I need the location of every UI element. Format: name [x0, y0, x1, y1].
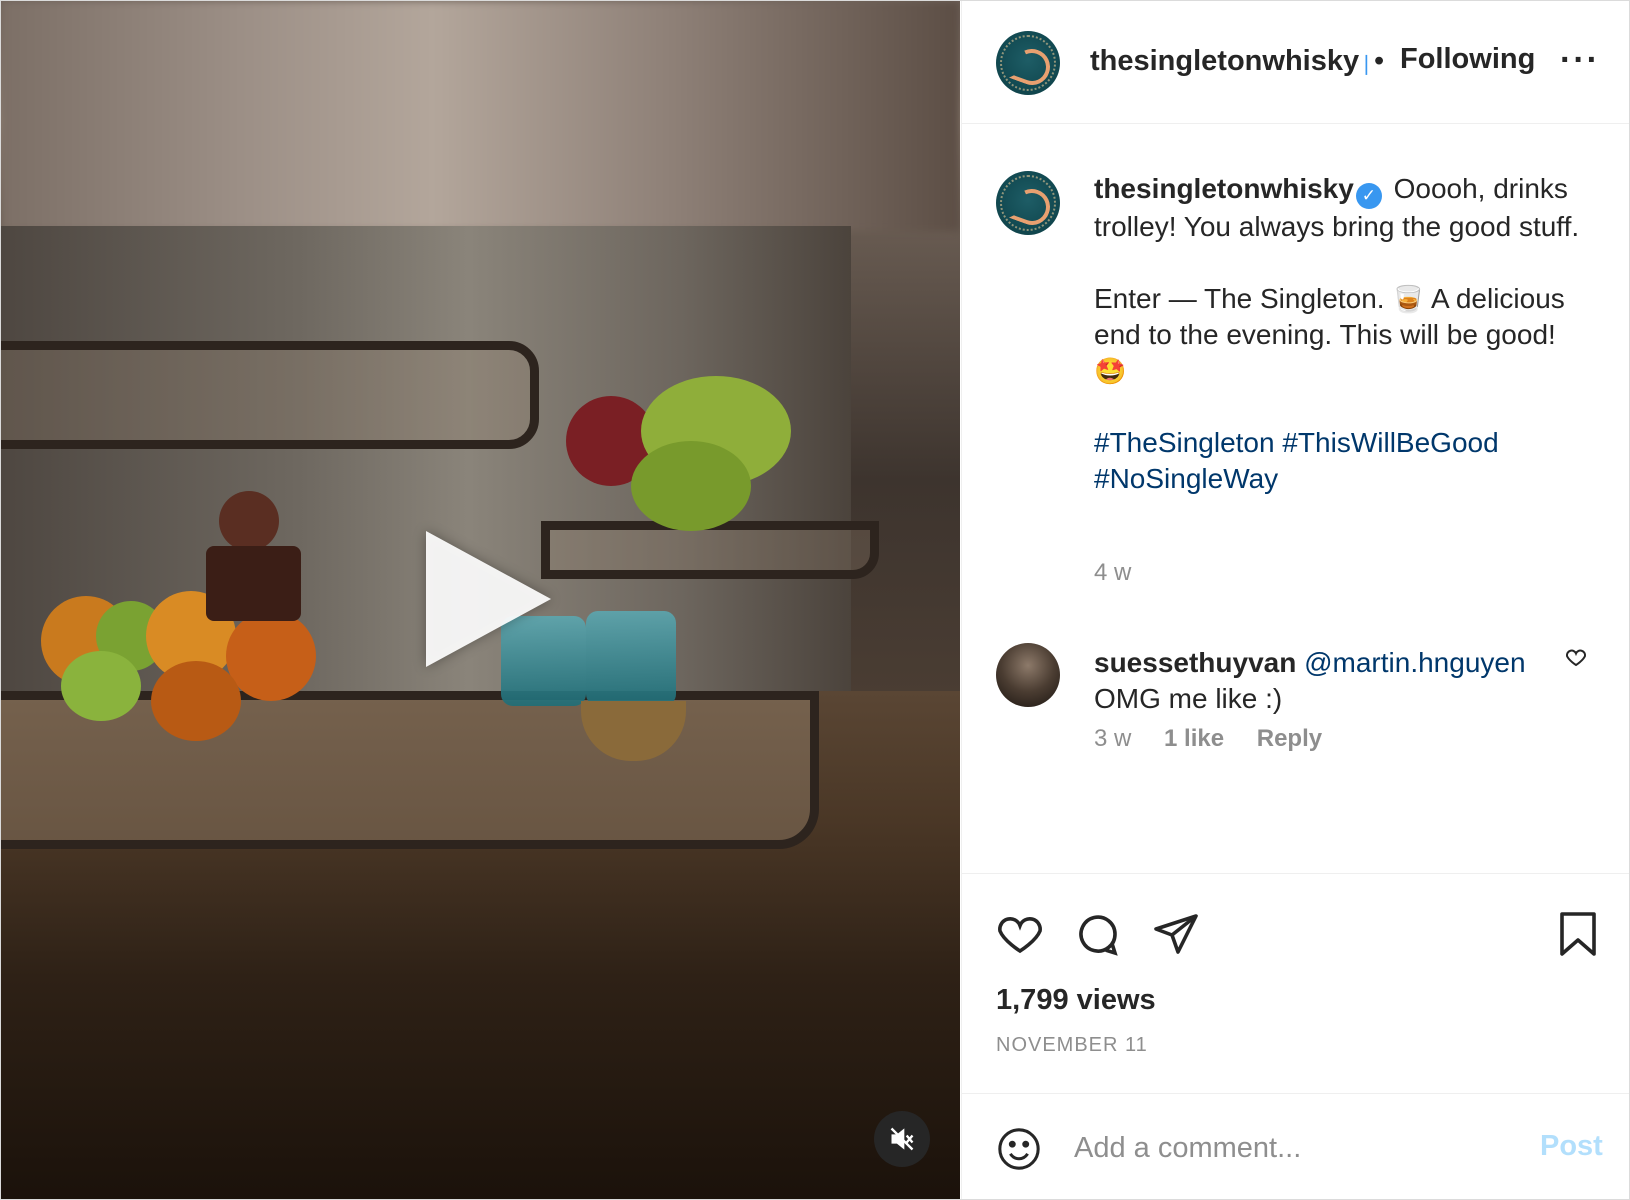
separator-dot: • [1374, 45, 1385, 77]
share-icon[interactable] [1152, 910, 1200, 963]
comment-input[interactable] [1072, 1124, 1496, 1172]
post-comment-button[interactable]: Post [1540, 1130, 1603, 1163]
account-username[interactable]: thesingletonwhisky [1090, 45, 1359, 78]
commenter-avatar[interactable] [996, 643, 1060, 707]
reply-button[interactable]: Reply [1257, 725, 1322, 752]
more-horizontal-icon[interactable]: ··· [1560, 41, 1600, 80]
grapes-green [631, 441, 751, 531]
caption: thesingletonwhisky ✓ Ooooh, drinks trolle… [1094, 171, 1599, 497]
hashtag-link[interactable]: #TheSingleton [1094, 427, 1275, 458]
account-avatar[interactable] [996, 31, 1060, 95]
post-header: thesingletonwhisky ❘ • Following ··· [962, 1, 1629, 124]
add-comment-bar: Post [962, 1093, 1629, 1199]
comment-text: suessethuyvan @martin.hnguyen OMG me lik… [1094, 645, 1564, 717]
instagram-post: thesingletonwhisky ❘ • Following ··· the… [0, 0, 1630, 1200]
decanter-stopper [219, 491, 279, 551]
bookmark-icon[interactable] [1556, 910, 1600, 963]
post-actions: 1,799 views NOVEMBER 11 [962, 873, 1629, 1094]
comment-mention[interactable]: @martin.hnguyen [1304, 647, 1525, 678]
hashtag-link[interactable]: #NoSingleWay [1094, 463, 1278, 494]
orange [226, 611, 316, 701]
video-player[interactable] [1, 1, 960, 1199]
verified-badge-icon: ✓ [1355, 183, 1382, 209]
play-icon[interactable] [426, 531, 551, 667]
following-button[interactable]: Following [1400, 43, 1535, 76]
commenter-username[interactable]: suessethuyvan [1094, 647, 1296, 678]
caption-age[interactable]: 4 w [1094, 559, 1131, 587]
caption-hashtags: #TheSingleton #ThisWillBeGood #NoSingleW… [1094, 425, 1599, 497]
star-struck-emoji: 🤩 [1094, 356, 1127, 386]
blue-glass [586, 611, 676, 706]
caption-line2-part1: Enter — The Singleton. [1094, 283, 1385, 314]
verified-badge-icon: ❘ [1358, 53, 1375, 75]
comment-likes[interactable]: 1 like [1164, 725, 1224, 752]
video-background-top [1, 1, 960, 231]
heart-icon[interactable] [996, 910, 1044, 963]
caption-avatar[interactable] [996, 171, 1060, 235]
hashtag-link[interactable]: #ThisWillBeGood [1282, 427, 1498, 458]
trolley-middle-shelf [541, 521, 879, 579]
comment-icon[interactable] [1074, 910, 1122, 963]
comment-meta: 3 w 1 like Reply [1094, 725, 1348, 753]
volume-muted-icon[interactable] [874, 1111, 930, 1167]
post-comments-area: thesingletonwhisky ✓ Ooooh, drinks trolle… [962, 123, 1629, 873]
lime [61, 651, 141, 721]
emoji-icon[interactable] [996, 1126, 1042, 1177]
comment-age[interactable]: 3 w [1094, 725, 1131, 752]
caption-paragraph: Enter — The Singleton. 🥃 A delicious end… [1094, 281, 1599, 389]
post-side-panel: thesingletonwhisky ❘ • Following ··· the… [961, 1, 1629, 1199]
orange [151, 661, 241, 741]
view-count[interactable]: 1,799 views [996, 984, 1156, 1017]
trolley-top-shelf [1, 341, 539, 449]
caption-username[interactable]: thesingletonwhisky [1094, 173, 1354, 204]
decanter [206, 546, 301, 621]
heart-icon[interactable] [1564, 645, 1588, 674]
whisky-glass-emoji: 🥃 [1392, 284, 1425, 314]
post-date[interactable]: NOVEMBER 11 [996, 1034, 1148, 1057]
comment-body: OMG me like :) [1094, 683, 1283, 714]
